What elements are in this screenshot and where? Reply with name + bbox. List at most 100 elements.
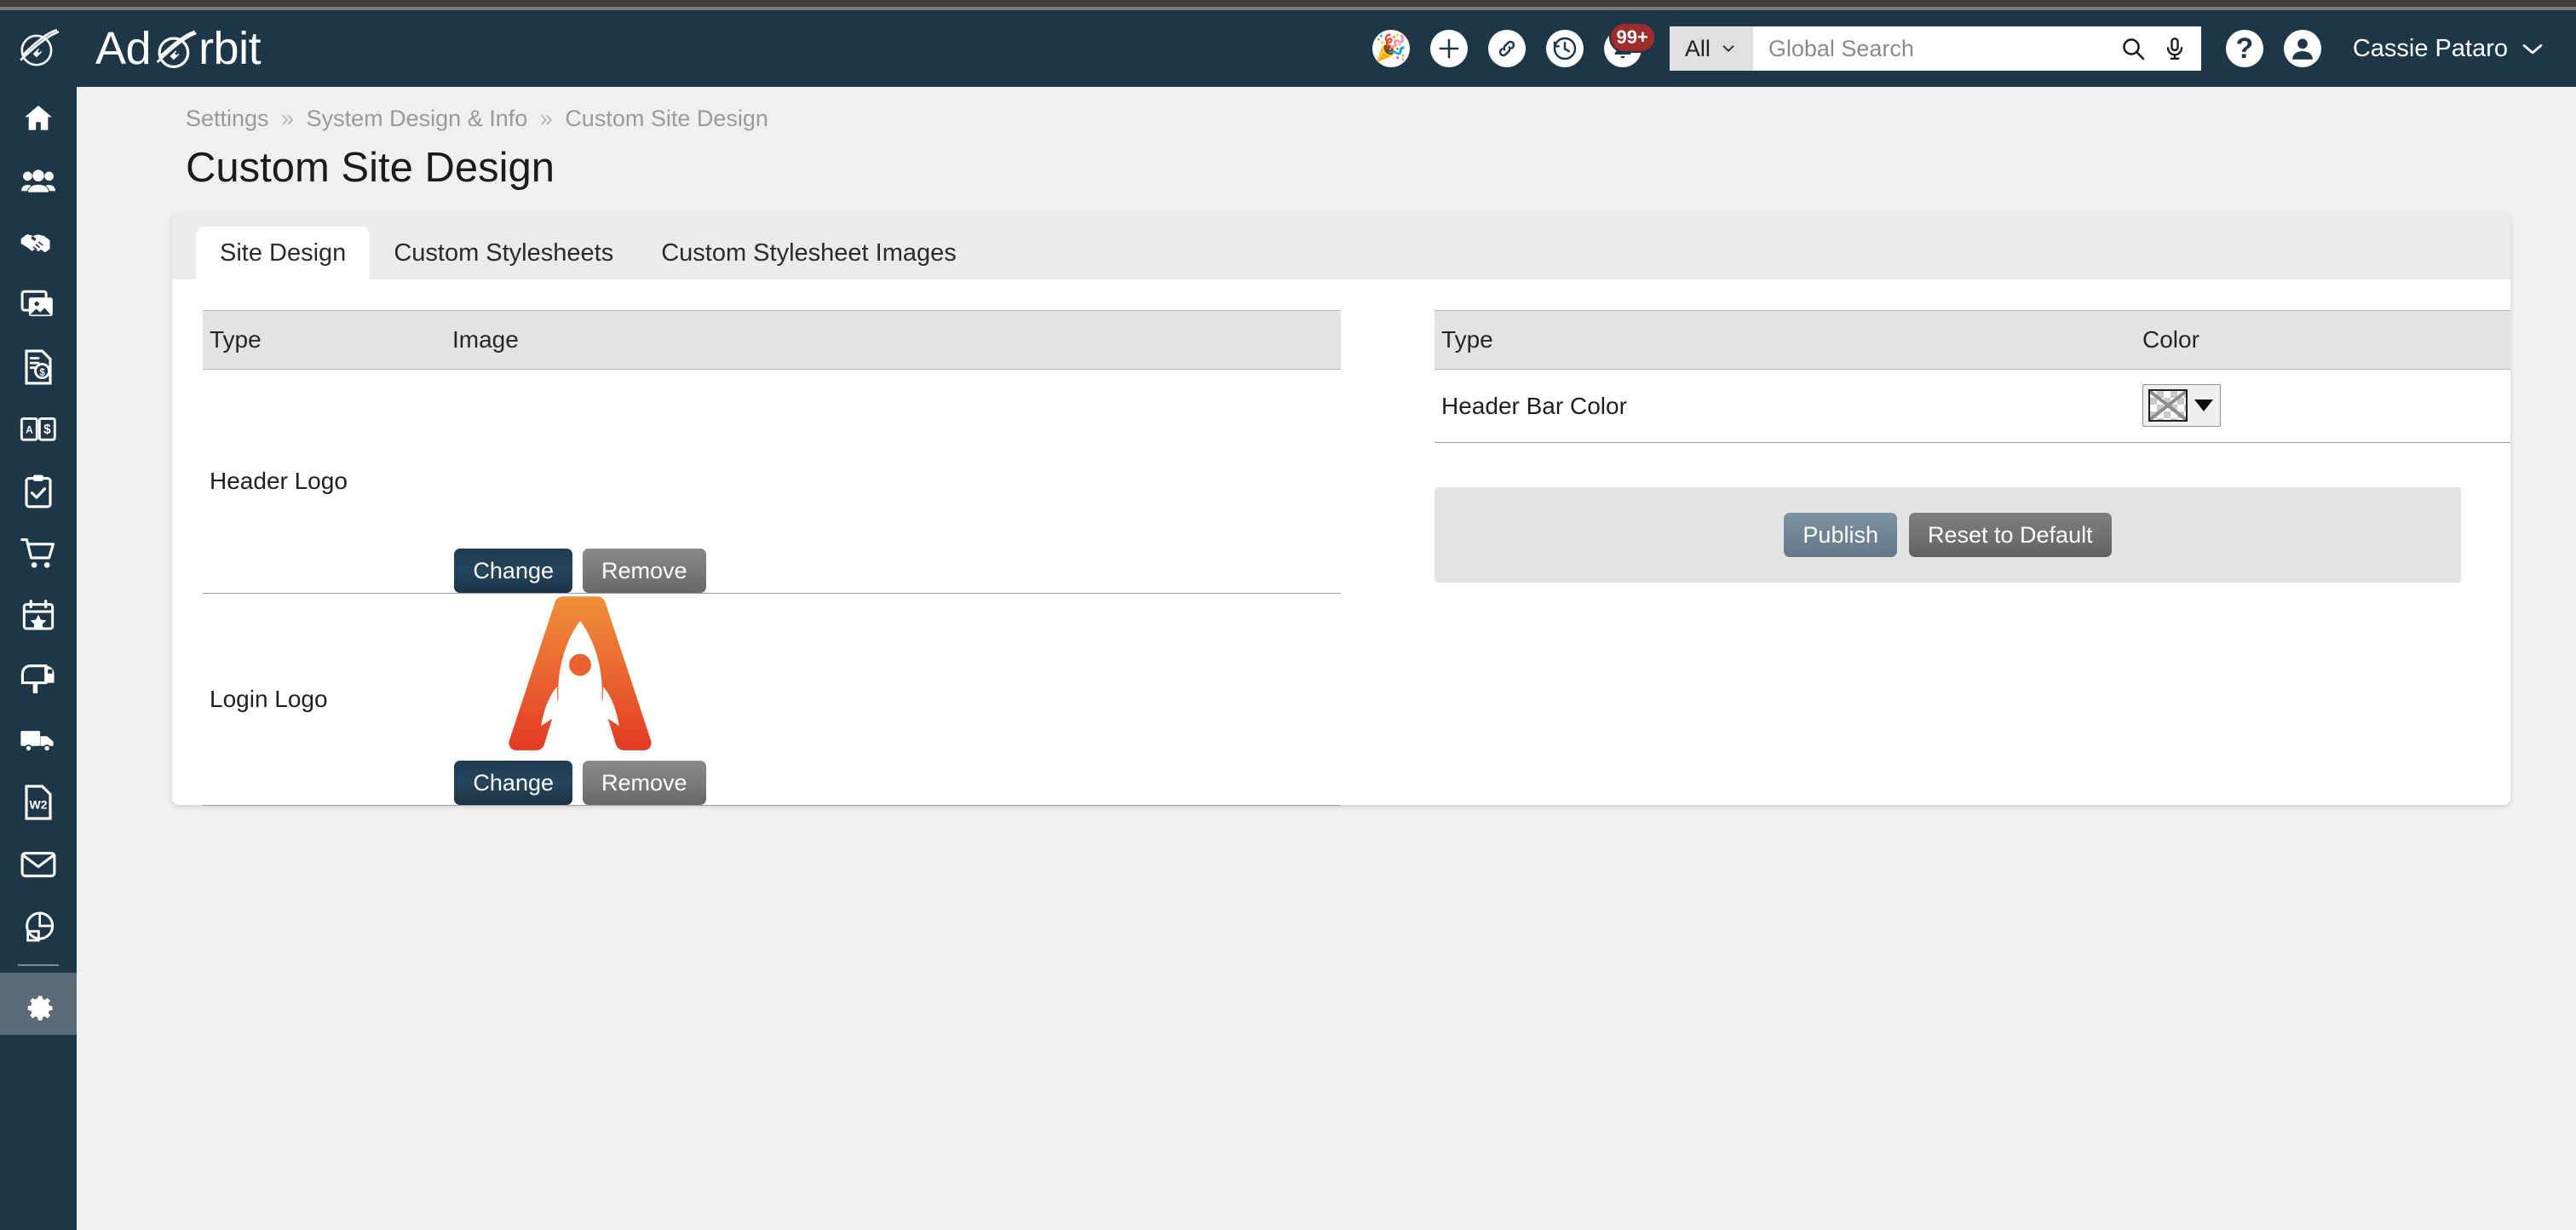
planet-rocket-icon	[20, 28, 60, 66]
tab-custom-stylesheets[interactable]: Custom Stylesheets	[370, 227, 637, 279]
header-logo-stack: Change Remove	[452, 370, 708, 593]
home-icon	[25, 105, 52, 130]
images-table: Type Image Header Logo Change Remove Log…	[203, 310, 1342, 806]
card-body: Type Image Header Logo Change Remove Log…	[172, 279, 2510, 806]
help-label: ?	[2235, 32, 2254, 65]
sidebar-item-media[interactable]	[0, 273, 77, 336]
colors-table-header-row: Type Color	[1435, 310, 2510, 370]
sidebar: $ A $ W2	[0, 87, 77, 1230]
envelope-icon	[20, 851, 56, 877]
sidebar-item-home[interactable]	[0, 87, 77, 149]
user-menu-chevron-down-icon[interactable]	[2518, 34, 2547, 63]
search-tools	[2119, 35, 2201, 62]
sidebar-item-shipping[interactable]	[0, 709, 77, 771]
sidebar-item-reports[interactable]	[0, 895, 77, 957]
breadcrumb-item-system-design[interactable]: System Design & Info	[307, 106, 528, 131]
login-logo-change-button[interactable]: Change	[454, 761, 573, 805]
avatar[interactable]	[2283, 29, 2322, 68]
brand-name[interactable]: Ad rbit	[95, 22, 262, 75]
handshake-icon	[20, 233, 50, 252]
sidebar-item-events[interactable]	[0, 584, 77, 647]
browser-chrome-strip	[0, 0, 2576, 7]
invoice-dollar-icon: $	[25, 349, 52, 384]
search-icon[interactable]	[2119, 35, 2147, 62]
tab-bar: Site Design Custom Stylesheets Custom St…	[172, 213, 2510, 279]
header-logo-remove-button[interactable]: Remove	[583, 549, 706, 593]
svg-text:$: $	[43, 422, 51, 437]
login-logo-image-cell: Change Remove	[446, 593, 1342, 806]
breadcrumb-item-custom-site-design[interactable]: Custom Site Design	[565, 106, 768, 131]
images-col-type: Type	[203, 310, 446, 370]
chevron-down-icon	[1722, 45, 1734, 52]
colors-table: Type Color Header Bar Color	[1435, 310, 2510, 443]
login-logo-type: Login Logo	[203, 593, 446, 806]
login-logo-stack: Change Remove	[452, 594, 708, 805]
mailbox-icon	[20, 664, 55, 693]
sidebar-item-ap-ar[interactable]: A $	[0, 398, 77, 460]
adorbit-rocket-logo	[509, 596, 652, 750]
microphone-icon[interactable]	[2162, 36, 2188, 61]
breadcrumb-separator-2: »	[539, 106, 553, 131]
tab-custom-stylesheet-images[interactable]: Custom Stylesheet Images	[637, 227, 980, 279]
sidebar-item-deals[interactable]	[0, 211, 77, 273]
clock-arrow-glyph	[1553, 37, 1577, 60]
search-scope-dropdown[interactable]: All	[1669, 26, 1753, 71]
sidebar-item-contacts[interactable]	[0, 149, 77, 211]
plus-glyph	[1439, 38, 1459, 59]
sidebar-item-tasks[interactable]	[0, 460, 77, 522]
color-picker[interactable]	[2142, 384, 2221, 427]
breadcrumb-separator: »	[281, 106, 295, 131]
ap-ar-book-icon: A $	[20, 417, 56, 441]
chain-glyph	[1498, 40, 1515, 57]
users-icon	[20, 169, 56, 193]
w2-document-icon: W2	[25, 785, 52, 819]
clipboard-check-icon	[25, 474, 52, 508]
publish-button[interactable]: Publish	[1784, 513, 1897, 557]
header-logo-type: Header Logo	[203, 369, 446, 594]
search-placeholder: Global Search	[1768, 35, 1914, 61]
orbit-planet-icon	[156, 30, 197, 69]
header-actions: 🎉 99+ All Global Search ? Cassie Pataro	[1371, 22, 2576, 71]
sidebar-item-settings[interactable]	[0, 973, 77, 1035]
user-name[interactable]: Cassie Pataro	[2353, 35, 2508, 63]
color-swatch-none-icon	[2148, 389, 2188, 422]
reset-to-default-button[interactable]: Reset to Default	[1908, 513, 2112, 557]
colors-col-color: Color	[2136, 310, 2510, 370]
brand-suffix: rbit	[198, 23, 262, 74]
sidebar-item-email[interactable]	[0, 833, 77, 895]
history-icon[interactable]	[1545, 29, 1584, 68]
brand-prefix: Ad	[95, 23, 152, 74]
table-row: Header Logo Change Remove	[203, 369, 1342, 594]
site-design-card: Site Design Custom Stylesheets Custom St…	[172, 213, 2510, 806]
sidebar-item-orders[interactable]	[0, 522, 77, 584]
notification-count-badge: 99+	[1608, 22, 1656, 53]
shopping-cart-icon	[20, 537, 55, 568]
page-title: Custom Site Design	[186, 145, 555, 191]
header-logo-actions: Change Remove	[454, 549, 706, 593]
images-icon	[20, 290, 53, 316]
login-logo-remove-button[interactable]: Remove	[583, 761, 706, 805]
header-bar-color-cell	[2136, 369, 2510, 443]
sidebar-item-w2[interactable]: W2	[0, 771, 77, 833]
gear-icon	[27, 995, 53, 1020]
search-input[interactable]: Global Search	[1753, 26, 2119, 71]
colors-section: Type Color Header Bar Color Publish Rese…	[1341, 310, 2510, 806]
help-button[interactable]: ?	[2225, 29, 2264, 68]
images-section: Type Image Header Logo Change Remove Log…	[172, 310, 1342, 806]
add-icon[interactable]	[1429, 29, 1469, 68]
caret-down-icon[interactable]	[2194, 399, 2213, 411]
tab-site-design[interactable]: Site Design	[196, 227, 371, 279]
page-content: Settings » System Design & Info » Custom…	[77, 87, 2576, 1230]
app-logo[interactable]	[0, 10, 77, 87]
colors-col-type: Type	[1435, 310, 2136, 370]
header-logo-image-cell: Change Remove	[446, 369, 1342, 594]
link-icon[interactable]	[1487, 29, 1527, 68]
breadcrumb-item-settings[interactable]: Settings	[186, 106, 269, 131]
sidebar-item-mailbox[interactable]	[0, 647, 77, 709]
search-scope-label: All	[1684, 35, 1711, 61]
celebration-icon[interactable]: 🎉	[1371, 29, 1411, 68]
table-row: Header Bar Color	[1435, 369, 2510, 443]
notifications-bell-icon[interactable]: 99+	[1603, 22, 1656, 68]
header-logo-change-button[interactable]: Change	[454, 549, 573, 593]
sidebar-item-invoices[interactable]: $	[0, 336, 77, 398]
